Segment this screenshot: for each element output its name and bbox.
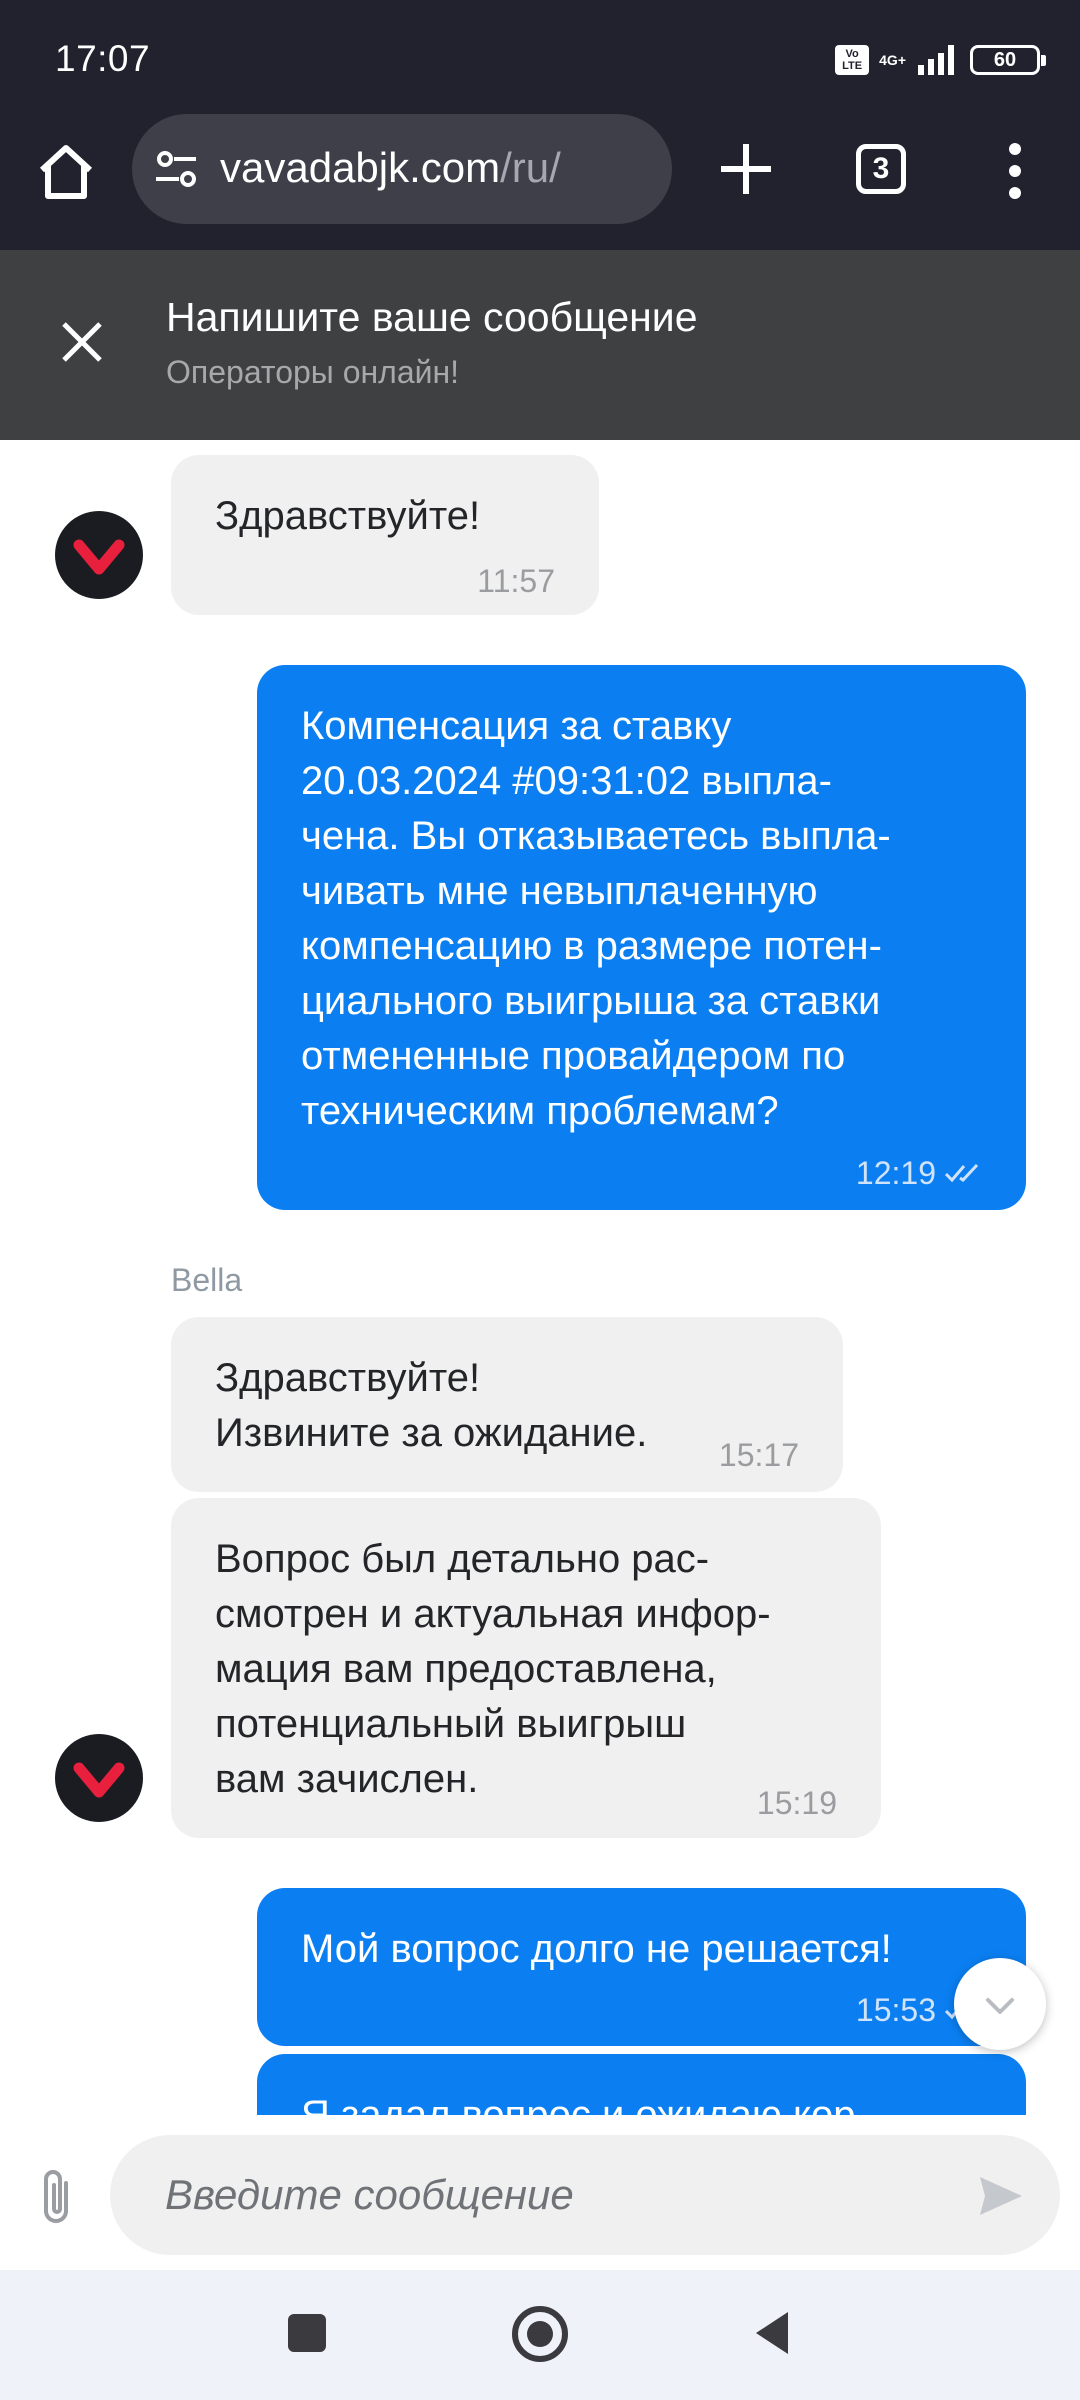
message-text: Вопрос был детально рас- смотрен и актуа…: [215, 1537, 771, 1801]
more-vert-icon[interactable]: [1000, 140, 1030, 202]
message-bubble: Здравствуйте! Извините за ожидание. 15:1…: [171, 1317, 843, 1492]
chat-header: Напишите ваше сообщение Операторы онлайн…: [0, 250, 1080, 440]
chat-title: Напишите ваше сообщение: [166, 294, 698, 340]
url-path: /ru/: [500, 144, 561, 191]
message-time: 15:19: [756, 1785, 837, 1821]
message-bubble: Здравствуйте! 11:57: [171, 455, 599, 615]
message-input-wrapper: [110, 2135, 1060, 2255]
message-input[interactable]: [165, 2163, 925, 2227]
scroll-to-bottom-button[interactable]: [954, 1958, 1046, 2050]
send-icon[interactable]: [976, 2171, 1026, 2221]
url-host: vavadabjk.com: [220, 144, 501, 191]
network-type: 4G+: [879, 52, 906, 68]
address-bar[interactable]: vavadabjk.com/ru/: [132, 114, 672, 224]
volte-icon: Vo LTE: [835, 45, 870, 75]
signal-icon: [918, 45, 954, 75]
message-time: 15:53: [855, 1992, 936, 2028]
chat-subtitle: Операторы онлайн!: [166, 354, 460, 390]
battery-icon: 60: [970, 45, 1046, 75]
logo-icon: [73, 1762, 125, 1798]
home-circle-icon[interactable]: [512, 2306, 568, 2362]
tabs-icon[interactable]: 3: [856, 144, 906, 194]
sender-name: Bella: [171, 1262, 243, 1298]
message-bubble: Мой вопрос долго не решается! 15:53: [257, 1888, 1026, 2046]
operator-avatar: [55, 1734, 143, 1822]
message-text: Мой вопрос долго не решается!: [301, 1927, 892, 1971]
message-time: 11:57: [477, 563, 555, 599]
message-text: Здравствуйте! Извините за ожидание.: [215, 1356, 648, 1455]
close-icon[interactable]: [52, 312, 112, 372]
message-text: Компенсация за ставку 20.03.2024 #09:31:…: [301, 704, 891, 1133]
recents-icon[interactable]: [288, 2314, 326, 2352]
message-time: 12:19: [855, 1155, 936, 1191]
message-composer: [0, 2115, 1080, 2270]
site-settings-icon[interactable]: [152, 144, 202, 194]
status-bar: 17:07 Vo LTE 4G+ 60: [0, 0, 1080, 114]
message-bubble: Компенсация за ставку 20.03.2024 #09:31:…: [257, 665, 1026, 1210]
read-ticks-icon: [944, 1163, 979, 1183]
message-text: Здравствуйте!: [215, 494, 481, 538]
back-icon[interactable]: [752, 2308, 792, 2358]
plus-icon[interactable]: [715, 138, 777, 200]
chevron-down-icon: [986, 1998, 1014, 2014]
message-bubble: Вопрос был детально рас- смотрен и актуа…: [171, 1498, 881, 1838]
screen: 17:07 Vo LTE 4G+ 60 vavadabjk.com/ru/ 3 …: [0, 0, 1080, 2400]
operator-avatar: [55, 511, 143, 599]
logo-icon: [73, 539, 125, 575]
home-icon[interactable]: [34, 140, 98, 204]
message-time: 15:17: [718, 1437, 799, 1473]
message-bubble: Я задал вопрос и ожидаю кор-: [257, 2054, 1026, 2115]
status-icons: Vo LTE 4G+ 60: [835, 40, 1046, 80]
browser-toolbar: vavadabjk.com/ru/ 3: [0, 114, 1080, 250]
system-nav-bar: [0, 2270, 1080, 2400]
message-text: Я задал вопрос и ожидаю кор-: [301, 2093, 869, 2115]
message-list[interactable]: Здравствуйте! 11:57 Компенсация за ставк…: [0, 440, 1080, 2115]
paperclip-icon[interactable]: [36, 2167, 80, 2229]
status-time: 17:07: [55, 38, 151, 79]
url-text[interactable]: vavadabjk.com/ru/: [220, 144, 561, 192]
